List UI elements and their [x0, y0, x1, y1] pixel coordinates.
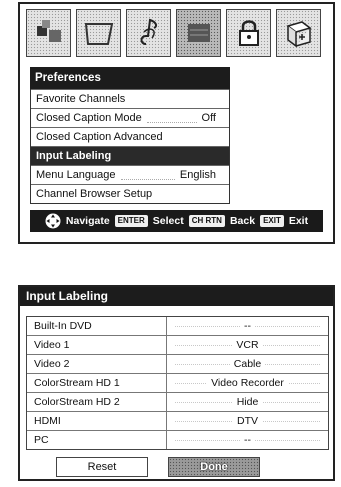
input-label-selector[interactable]: Hide	[167, 393, 328, 411]
navigate-arrows-icon	[45, 213, 61, 229]
menu-title: Preferences	[30, 67, 230, 89]
input-label-value: VCR	[232, 339, 263, 351]
exit-label: Exit	[288, 215, 309, 227]
action-buttons: Reset Done	[56, 457, 260, 477]
input-label-value: --	[240, 320, 255, 332]
tab-lock[interactable]	[226, 9, 271, 57]
title-bar	[160, 287, 333, 306]
table-row[interactable]: Built-In DVD --	[27, 317, 328, 335]
tab-setup[interactable]	[276, 9, 321, 57]
menu-item-label: Channel Browser Setup	[36, 188, 153, 200]
input-label-value: --	[240, 434, 255, 446]
setup-icon	[285, 21, 312, 48]
input-name: Built-In DVD	[27, 317, 167, 335]
preferences-screen: Preferences Favorite Channels Closed Cap…	[18, 2, 335, 244]
menu-item-label: Closed Caption Advanced	[36, 131, 163, 143]
table-row[interactable]: PC --	[27, 430, 328, 449]
table-row[interactable]: HDMI DTV	[27, 411, 328, 430]
enter-key-badge: ENTER	[114, 215, 148, 227]
preferences-icon	[187, 24, 210, 42]
menu-item-favorite-channels[interactable]: Favorite Channels	[31, 89, 229, 108]
menu-item-label: Closed Caption Mode	[36, 112, 142, 124]
input-label-selector[interactable]: Cable	[167, 355, 328, 373]
table-row[interactable]: Video 1 VCR	[27, 335, 328, 354]
input-label-value: Cable	[229, 358, 266, 370]
input-name: Video 1	[27, 336, 167, 354]
table-row[interactable]: ColorStream HD 2 Hide	[27, 392, 328, 411]
navigate-label: Navigate	[65, 215, 110, 227]
table-row[interactable]: ColorStream HD 1 Video Recorder	[27, 373, 328, 392]
input-label-table: Built-In DVD -- Video 1 VCR Video 2 Cabl…	[26, 316, 329, 450]
input-name: ColorStream HD 2	[27, 393, 167, 411]
menu-item-menu-language[interactable]: Menu Language English	[31, 165, 229, 184]
dotted-divider	[120, 171, 175, 180]
page-title: Input Labeling	[20, 287, 166, 306]
tab-audio[interactable]	[126, 9, 171, 57]
menu-item-channel-browser-setup[interactable]: Channel Browser Setup	[31, 184, 229, 203]
tab-preferences[interactable]	[176, 9, 221, 57]
menu-list: Favorite Channels Closed Caption Mode Of…	[30, 89, 230, 204]
input-label-value: Video Recorder	[207, 377, 288, 389]
menu-item-closed-caption-advanced[interactable]: Closed Caption Advanced	[31, 127, 229, 146]
navigation-help-bar: Navigate ENTER Select CH RTN Back EXIT E…	[30, 210, 323, 232]
input-name: Video 2	[27, 355, 167, 373]
menu-item-label: Menu Language	[36, 169, 116, 181]
input-label-value: Hide	[232, 396, 263, 408]
menu-item-input-labeling[interactable]: Input Labeling	[31, 146, 229, 165]
ch-rtn-key-badge: CH RTN	[188, 215, 225, 227]
exit-key-badge: EXIT	[260, 215, 284, 227]
menu-item-value: Off	[201, 112, 216, 124]
input-label-selector[interactable]: --	[167, 431, 328, 449]
tv-screen-icon	[84, 23, 113, 45]
select-label: Select	[152, 215, 184, 227]
menu-item-label: Input Labeling	[36, 150, 112, 162]
lock-icon	[238, 20, 259, 46]
back-label: Back	[229, 215, 256, 227]
input-label-selector[interactable]: --	[167, 317, 328, 335]
reset-button[interactable]: Reset	[56, 457, 148, 477]
input-label-selector[interactable]: VCR	[167, 336, 328, 354]
audio-note-icon	[140, 18, 157, 45]
table-row[interactable]: Video 2 Cable	[27, 354, 328, 373]
dotted-divider	[146, 114, 197, 123]
done-button[interactable]: Done	[168, 457, 260, 477]
tab-picture[interactable]	[26, 9, 71, 57]
menu-icon-bar	[26, 9, 321, 59]
input-name: PC	[27, 431, 167, 449]
menu-item-label: Favorite Channels	[36, 93, 126, 105]
menu-item-value: English	[179, 169, 216, 181]
input-label-selector[interactable]: Video Recorder	[167, 374, 328, 392]
picture-icon	[36, 20, 61, 42]
input-name: ColorStream HD 1	[27, 374, 167, 392]
preferences-menu: Preferences Favorite Channels Closed Cap…	[30, 67, 230, 204]
tab-tv-screen[interactable]	[76, 9, 121, 57]
input-label-selector[interactable]: DTV	[167, 412, 328, 430]
input-label-value: DTV	[233, 415, 262, 427]
input-name: HDMI	[27, 412, 167, 430]
input-labeling-screen: Input Labeling Built-In DVD -- Video 1 V…	[18, 285, 335, 481]
menu-item-closed-caption-mode[interactable]: Closed Caption Mode Off	[31, 108, 229, 127]
